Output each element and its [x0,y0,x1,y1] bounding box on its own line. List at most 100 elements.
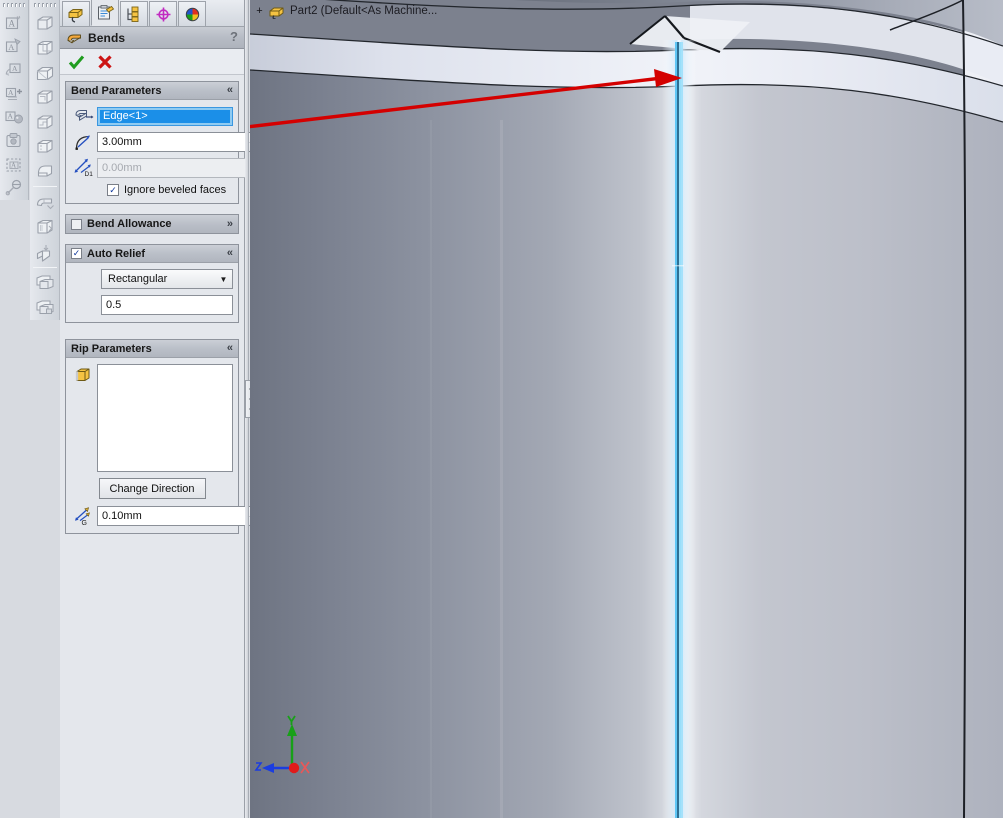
relief-type-row: Rectangular ▼ [71,269,233,289]
base-flange-icon[interactable] [32,11,58,36]
help-button[interactable]: ? [230,29,238,44]
property-manager-title-bar: Bends ? [60,27,244,49]
thickness-row: D1 [71,158,247,178]
relief-ratio-field[interactable]: ▲ ▼ [101,295,258,315]
edge-flange-icon[interactable] [32,36,58,61]
part-document-icon [268,4,285,19]
chevron-up-icon[interactable]: « [227,85,235,96]
tab-feature-manager[interactable] [62,1,90,26]
area-hatch-icon[interactable]: A [1,153,27,177]
graphics-viewport[interactable]: + Part2 (Default<As Machine... [250,0,1003,818]
rip-gap-field[interactable]: ▲ ▼ [97,506,262,526]
sketched-bend-icon[interactable] [32,134,58,159]
change-direction-row: Change Direction [71,478,233,499]
cancel-button[interactable] [97,54,113,70]
note-icon[interactable]: A [1,11,27,35]
bend-radius-input[interactable] [98,133,246,151]
bend-radius-icon [71,132,97,152]
auto-relief-checkbox[interactable]: ✓ [71,248,82,259]
group-title: Auto Relief [87,247,146,260]
group-bend-parameters: Bend Parameters « Edge<1> 3.00mm D1 0.00… [65,81,262,204]
chevron-down-icon[interactable]: » [227,218,235,230]
chevron-up-icon[interactable]: « [227,248,235,259]
group-title: Bend Allowance [87,218,172,230]
sheet-metal-toolbar [30,0,60,320]
group-header-bend-allowance[interactable]: Bend Allowance » [66,215,238,233]
spell-check-icon[interactable]: A [1,35,27,59]
svg-text:A: A [9,18,16,28]
tab-display-manager[interactable] [178,1,206,26]
rip-gap-input[interactable] [98,507,246,525]
rip-gap-icon: G [71,506,97,526]
relief-type-value: Rectangular [108,273,168,285]
property-manager-action-bar [60,49,244,75]
ok-button[interactable] [68,54,85,70]
axis-triad [254,715,310,774]
no-bends-icon[interactable] [32,295,58,320]
datum-target-icon[interactable] [1,176,27,200]
rip-selection-row [71,364,233,472]
thickness-field [97,158,247,178]
chevron-up-icon[interactable]: « [227,343,235,354]
bend-radius-row: ▲ ▼ [71,132,262,152]
relief-type-select[interactable]: Rectangular ▼ [101,269,233,289]
tab-property-manager[interactable] [91,0,119,26]
group-header-auto-relief[interactable]: ✓ Auto Relief « [66,245,238,263]
document-title: Part2 (Default<As Machine... [290,5,438,17]
toolbar-drag-grip[interactable] [33,1,56,9]
flatten-icon[interactable] [32,271,58,296]
thickness-d1-icon: D1 [71,158,97,178]
hem-icon[interactable] [32,85,58,110]
application-window: A A A A A A Bends ? Bend Parameters « Ed… [0,0,1003,818]
closed-corner-icon[interactable] [32,159,58,184]
toolbar-separator [32,266,57,268]
fixed-face-icon [71,106,97,126]
ignore-beveled-faces-row[interactable]: ✓ Ignore beveled faces [71,184,233,196]
group-rip-parameters: Rip Parameters « Change Direction G 0.10… [65,339,262,534]
toolbar-separator [32,186,57,188]
balloon-icon[interactable]: A [1,58,27,82]
svg-text:A: A [8,88,14,97]
bend-radius-field[interactable]: ▲ ▼ [97,132,262,152]
insert-bends-icon[interactable] [32,190,58,215]
chevron-down-icon[interactable]: ▼ [215,270,232,288]
bend-allowance-checkbox[interactable] [71,218,82,230]
jog-icon[interactable] [32,109,58,134]
rip-edges-icon [71,364,97,386]
thickness-input [98,159,246,177]
ignore-beveled-faces-checkbox[interactable]: ✓ [107,184,119,196]
svg-text:A: A [12,64,18,73]
svg-text:A: A [11,161,16,169]
page-title: Bends [88,30,126,45]
rip-selection-listbox[interactable] [97,364,233,472]
group-title: Bend Parameters [71,84,162,97]
relief-ratio-input[interactable] [102,296,250,314]
tab-dimxpert-manager[interactable] [149,1,177,26]
fixed-face-value: Edge<1> [103,110,148,122]
group-title: Rip Parameters [71,342,152,355]
fixed-face-row: Edge<1> [71,106,233,126]
auto-balloon-icon[interactable]: A [1,82,27,106]
unfold-icon[interactable] [32,239,58,264]
cylinder-body [250,70,1003,818]
svg-text:A: A [8,112,14,121]
toolbar-drag-grip[interactable] [3,1,25,9]
property-manager-panel: Bends ? Bend Parameters « Edge<1> 3.00mm… [60,0,262,818]
document-title-bar: + Part2 (Default<As Machine... [250,0,437,22]
change-direction-button[interactable]: Change Direction [98,478,206,499]
model-render [250,0,1003,818]
rip-icon[interactable] [32,215,58,240]
group-header-rip-parameters[interactable]: Rip Parameters « [66,340,238,358]
svg-text:D1: D1 [85,171,94,178]
group-header-bend-parameters[interactable]: Bend Parameters « [66,82,238,100]
fixed-face-selection-box[interactable]: Edge<1> [97,106,233,126]
surface-finish-icon[interactable]: A [1,105,27,129]
miter-flange-icon[interactable] [32,60,58,85]
svg-text:A: A [8,42,15,52]
tab-configuration-manager[interactable] [120,1,148,26]
ignore-beveled-faces-label: Ignore beveled faces [124,184,227,196]
tree-expand-icon[interactable]: + [254,5,265,17]
weld-symbol-icon[interactable] [1,129,27,153]
group-bend-allowance: Bend Allowance » [65,214,239,234]
panel-tab-strip [60,0,244,27]
